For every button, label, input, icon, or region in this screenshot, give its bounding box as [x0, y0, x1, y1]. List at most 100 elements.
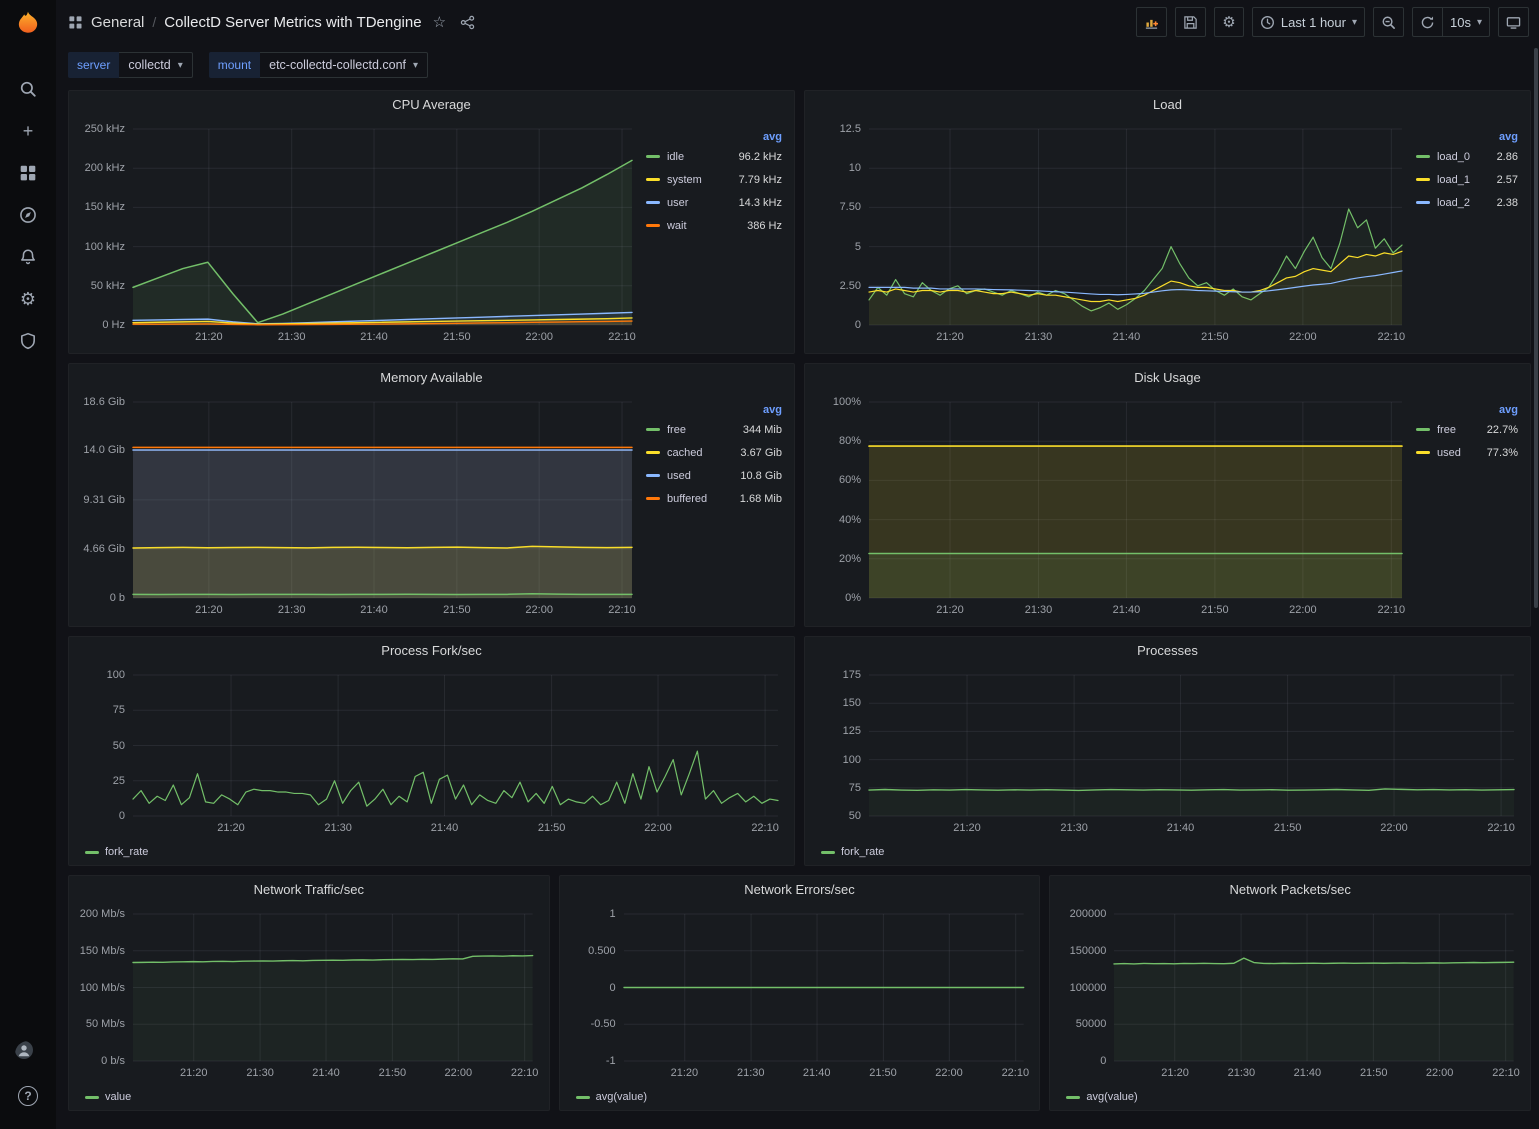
plot-area[interactable]: 025507510021:2021:3021:4021:5022:0022:10: [133, 675, 778, 816]
y-axis-label: 150 Mb/s: [80, 945, 125, 957]
sidebar-item-explore[interactable]: [8, 196, 48, 234]
chart-network-errors[interactable]: -1-0.5000.500121:2021:3021:4021:5022:002…: [566, 904, 1032, 1087]
series-swatch: [1416, 201, 1430, 204]
scrollbar[interactable]: [1534, 48, 1538, 608]
x-axis-label: 22:00: [1426, 1067, 1454, 1079]
shield-icon: [19, 332, 37, 350]
chart-disk-usage[interactable]: 0%20%40%60%80%100%21:2021:3021:4021:5022…: [811, 392, 1410, 624]
sidebar-item-help[interactable]: ?: [8, 1077, 48, 1115]
search-icon: [19, 80, 37, 98]
y-axis-label: 40%: [839, 514, 861, 526]
plot-area[interactable]: 507510012515017521:2021:3021:4021:5022:0…: [869, 675, 1514, 816]
plot-area[interactable]: -1-0.5000.500121:2021:3021:4021:5022:002…: [624, 914, 1024, 1061]
panel-title[interactable]: Load: [805, 91, 1530, 117]
plot-area[interactable]: 0 Hz50 kHz100 kHz150 kHz200 kHz250 kHz21…: [133, 129, 632, 325]
sidebar-item-create[interactable]: +: [8, 112, 48, 150]
add-panel-button[interactable]: [1136, 7, 1167, 37]
top-nav: General / CollectD Server Metrics with T…: [56, 0, 1539, 44]
variable-server-dropdown[interactable]: collectd ▾: [119, 52, 192, 78]
plot-area[interactable]: 0%20%40%60%80%100%21:2021:3021:4021:5022…: [869, 402, 1402, 598]
plot-area[interactable]: 0 b4.66 Gib9.31 Gib14.0 Gib18.6 Gib21:20…: [133, 402, 632, 598]
dashboard-title[interactable]: CollectD Server Metrics with TDengine: [164, 14, 421, 31]
panel-title[interactable]: Disk Usage: [805, 364, 1530, 390]
panel-title[interactable]: Network Packets/sec: [1050, 876, 1530, 902]
variable-mount-dropdown[interactable]: etc-collectd-collectd.conf ▾: [260, 52, 428, 78]
y-axis-label: 250 kHz: [85, 123, 125, 135]
legend-avg-header[interactable]: avg: [1416, 404, 1520, 416]
legend-item-load_2[interactable]: load_22.38: [1416, 191, 1520, 214]
chart-process-fork[interactable]: 025507510021:2021:3021:4021:5022:0022:10: [75, 665, 786, 842]
series-avg-value: 7.79 kHz: [739, 174, 784, 186]
refresh-interval-dropdown[interactable]: 10s ▾: [1443, 7, 1490, 37]
sidebar-item-search[interactable]: [8, 70, 48, 108]
panel-title[interactable]: Network Traffic/sec: [69, 876, 549, 902]
legend-avg-header[interactable]: avg: [646, 404, 784, 416]
legend-item-free[interactable]: free22.7%: [1416, 418, 1520, 441]
x-axis-label: 22:00: [935, 1067, 963, 1079]
sidebar-item-server-admin[interactable]: [8, 322, 48, 360]
panel-title[interactable]: Network Errors/sec: [560, 876, 1040, 902]
panel-title[interactable]: Memory Available: [69, 364, 794, 390]
breadcrumb-folder[interactable]: General: [91, 14, 144, 31]
time-range-picker[interactable]: Last 1 hour ▾: [1252, 7, 1365, 37]
legend-cpu-average: avg idle96.2 kHzsystem7.79 kHzuser14.3 kH…: [640, 119, 786, 351]
y-axis-label: 50 kHz: [91, 280, 125, 292]
legend-item-free[interactable]: free344 Mib: [646, 418, 784, 441]
chart-processes[interactable]: 507510012515017521:2021:3021:4021:5022:0…: [811, 665, 1522, 842]
plot-area[interactable]: 0 b/s50 Mb/s100 Mb/s150 Mb/s200 Mb/s21:2…: [133, 914, 533, 1061]
x-axis-label: 21:30: [1228, 1067, 1256, 1079]
legend-item-cached[interactable]: cached3.67 Gib: [646, 441, 784, 464]
chart-memory-available[interactable]: 0 b4.66 Gib9.31 Gib14.0 Gib18.6 Gib21:20…: [75, 392, 640, 624]
time-range-label: Last 1 hour: [1281, 15, 1346, 30]
panel-load: Load 02.5057.501012.521:2021:3021:4021:5…: [804, 90, 1531, 354]
cycle-view-mode-button[interactable]: [1498, 7, 1529, 37]
y-axis-label: 80%: [839, 435, 861, 447]
legend-item-system[interactable]: system7.79 kHz: [646, 168, 784, 191]
sidebar-item-dashboards[interactable]: [8, 154, 48, 192]
legend-item-used[interactable]: used77.3%: [1416, 441, 1520, 464]
zoom-out-button[interactable]: [1373, 7, 1404, 37]
refresh-button[interactable]: [1412, 7, 1443, 37]
save-dashboard-button[interactable]: [1175, 7, 1206, 37]
series-swatch: [1416, 428, 1430, 431]
caret-down-icon: ▾: [413, 60, 418, 71]
legend-item-avg(value)[interactable]: avg(value): [576, 1091, 647, 1103]
legend-item-fork_rate[interactable]: fork_rate: [85, 846, 148, 858]
chart-network-traffic[interactable]: 0 b/s50 Mb/s100 Mb/s150 Mb/s200 Mb/s21:2…: [75, 904, 541, 1087]
sidebar-item-alerting[interactable]: [8, 238, 48, 276]
gear-icon: ⚙: [1222, 15, 1235, 30]
x-axis-label: 21:50: [1360, 1067, 1388, 1079]
panel-title[interactable]: CPU Average: [69, 91, 794, 117]
dashboard-settings-button[interactable]: ⚙: [1214, 7, 1244, 37]
legend-network-traffic: value: [69, 1089, 549, 1110]
panel-network-packets: Network Packets/sec 05000010000015000020…: [1049, 875, 1531, 1111]
legend-avg-header[interactable]: avg: [646, 131, 784, 143]
legend-item-used[interactable]: used10.8 Gib: [646, 464, 784, 487]
sidebar-item-profile[interactable]: [8, 1035, 48, 1073]
plot-area[interactable]: 05000010000015000020000021:2021:3021:402…: [1114, 914, 1514, 1061]
y-axis-label: 50: [113, 740, 125, 752]
legend-item-buffered[interactable]: buffered1.68 Mib: [646, 487, 784, 510]
share-dashboard-button[interactable]: [457, 12, 478, 33]
grafana-logo[interactable]: [13, 10, 43, 40]
legend-item-idle[interactable]: idle96.2 kHz: [646, 145, 784, 168]
legend-item-avg(value)[interactable]: avg(value): [1066, 1091, 1137, 1103]
legend-item-user[interactable]: user14.3 kHz: [646, 191, 784, 214]
legend-item-load_0[interactable]: load_02.86: [1416, 145, 1520, 168]
legend-item-load_1[interactable]: load_12.57: [1416, 168, 1520, 191]
sidebar-item-configuration[interactable]: ⚙: [8, 280, 48, 318]
legend-disk-usage: avg free22.7%used77.3%: [1410, 392, 1522, 624]
plot-area[interactable]: 02.5057.501012.521:2021:3021:4021:5022:0…: [869, 129, 1402, 325]
legend-item-fork_rate[interactable]: fork_rate: [821, 846, 884, 858]
chart-cpu-average[interactable]: 0 Hz50 kHz100 kHz150 kHz200 kHz250 kHz21…: [75, 119, 640, 351]
legend-item-wait[interactable]: wait386 Hz: [646, 214, 784, 237]
legend-item-value[interactable]: value: [85, 1091, 131, 1103]
star-dashboard-button[interactable]: ☆: [430, 10, 449, 34]
panel-title[interactable]: Processes: [805, 637, 1530, 663]
chart-load[interactable]: 02.5057.501012.521:2021:3021:4021:5022:0…: [811, 119, 1410, 351]
legend-avg-header[interactable]: avg: [1416, 131, 1520, 143]
chart-network-packets[interactable]: 05000010000015000020000021:2021:3021:402…: [1056, 904, 1522, 1087]
explore-icon: [19, 206, 37, 224]
panel-title[interactable]: Process Fork/sec: [69, 637, 794, 663]
x-axis-label: 21:40: [360, 331, 388, 343]
